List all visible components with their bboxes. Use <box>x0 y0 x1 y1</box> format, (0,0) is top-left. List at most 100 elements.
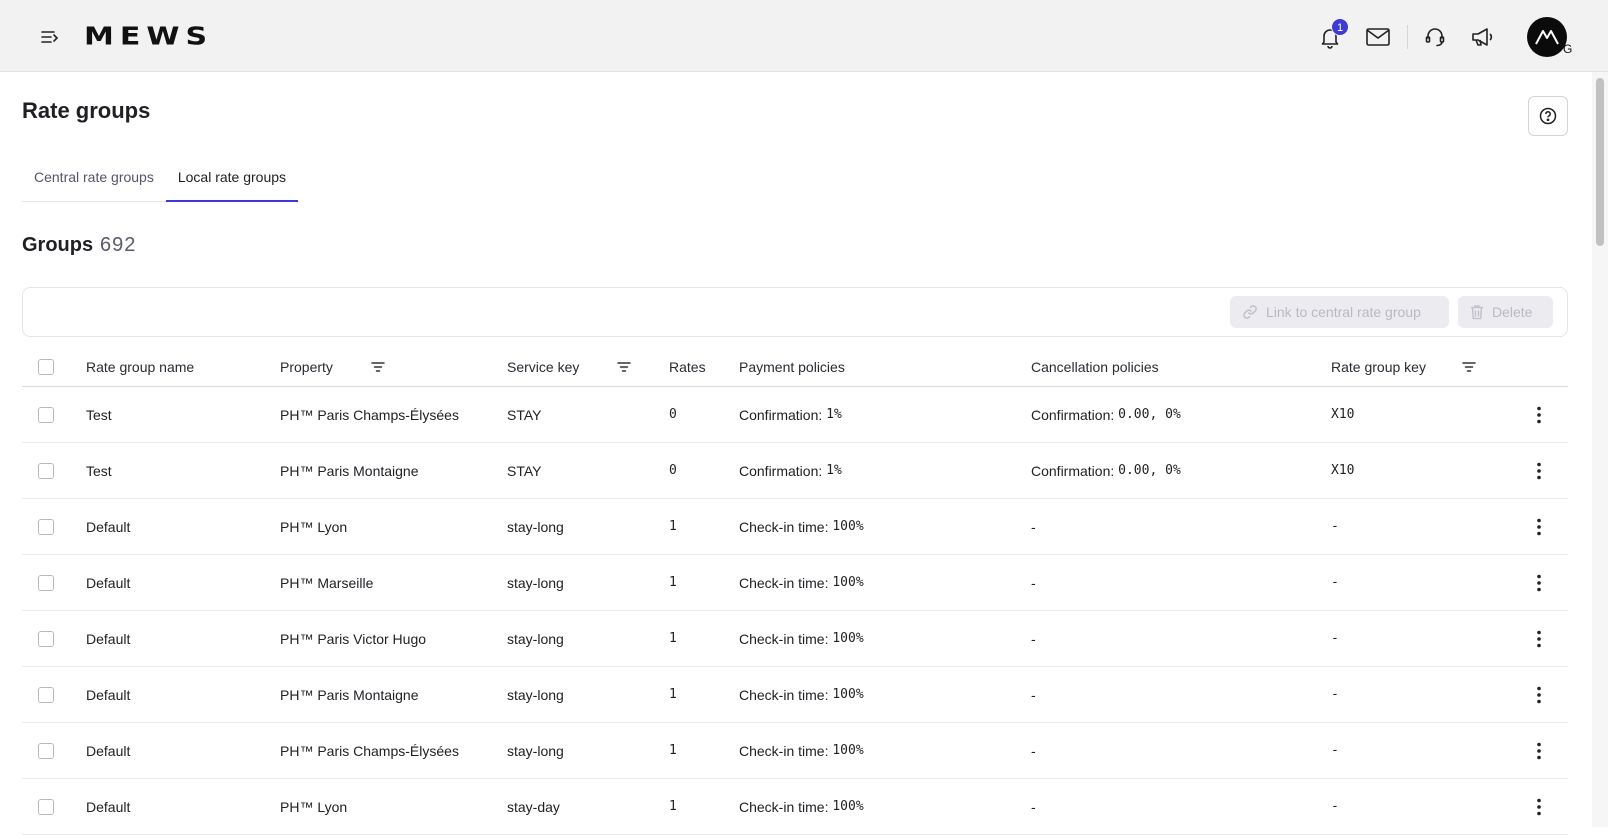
row-more-options-icon[interactable] <box>1527 627 1551 651</box>
payment-policy-label: Check-in time: <box>739 518 829 535</box>
property-cell: PH™ Lyon <box>280 798 348 815</box>
cancellation-policy-label: Confirmation: <box>1031 462 1115 479</box>
column-header-service-key[interactable]: Service key <box>507 347 579 386</box>
rate-group-name[interactable]: Default <box>86 779 130 834</box>
announcement-icon[interactable] <box>1468 22 1498 52</box>
row-checkbox[interactable] <box>38 518 54 535</box>
help-button[interactable] <box>1528 96 1568 136</box>
table-row[interactable]: Default PH™ Marseille stay-long 1 Check-in t… <box>22 555 1568 611</box>
menu-icon[interactable] <box>38 25 62 49</box>
rates-count-cell: 0 <box>669 407 677 422</box>
table-row[interactable]: Default PH™ Lyon stay-long 1 Check-in time: … <box>22 499 1568 555</box>
column-header-key[interactable]: Rate group key <box>1331 347 1426 386</box>
column-header-name[interactable]: Rate group name <box>86 347 194 386</box>
service-key-cell: stay-long <box>507 630 564 647</box>
avatar-initial: G <box>1563 42 1573 56</box>
rate-group-name[interactable]: Test <box>86 443 112 498</box>
property-cell: PH™ Paris Champs-Élysées <box>280 742 459 759</box>
row-more-options-icon[interactable] <box>1527 739 1551 763</box>
property-filter-icon[interactable] <box>369 358 387 376</box>
table-row[interactable]: Test PH™ Paris Montaigne STAY 0 Confirmation… <box>22 443 1568 499</box>
table-row[interactable]: Default PH™ Paris Champs-Élysées stay-long… <box>22 723 1568 779</box>
row-checkbox-cell <box>38 555 54 610</box>
column-header-property[interactable]: Property <box>280 347 333 386</box>
row-more-options-icon[interactable] <box>1527 571 1551 595</box>
column-header-cancellation[interactable]: Cancellation policies <box>1031 347 1159 386</box>
row-more-options-icon[interactable] <box>1527 459 1551 483</box>
rate-group-name[interactable]: Default <box>86 611 130 666</box>
cancellation-policies-cell: - <box>1031 555 1040 610</box>
user-avatar[interactable] <box>1527 17 1567 57</box>
table-row[interactable]: Test PH™ Paris Champs-Élysées STAY 0 Confirm… <box>22 387 1568 443</box>
row-more-options-icon[interactable] <box>1527 683 1551 707</box>
table-row[interactable]: Default PH™ Paris Montaigne stay-long 1 Chec… <box>22 667 1568 723</box>
payment-policy-label: Confirmation: <box>739 462 823 479</box>
payment-policies-cell: Confirmation: 1% <box>739 387 842 442</box>
payment-policies-cell: Confirmation: 1% <box>739 443 842 498</box>
row-checkbox[interactable] <box>38 574 54 591</box>
tab-local-rate-groups[interactable]: Local rate groups <box>165 158 299 202</box>
row-more-options-icon[interactable] <box>1527 515 1551 539</box>
tab-central-rate-groups[interactable]: Central rate groups <box>22 158 166 202</box>
link-icon <box>1243 305 1257 319</box>
row-more-options-icon[interactable] <box>1527 795 1551 819</box>
row-checkbox[interactable] <box>38 630 54 647</box>
rate-group-name[interactable]: Default <box>86 723 130 778</box>
service-key-filter-icon[interactable] <box>615 358 633 376</box>
mail-icon[interactable] <box>1363 22 1393 52</box>
cancellation-policy-label: - <box>1031 518 1036 535</box>
delete-button[interactable]: Delete <box>1458 296 1553 328</box>
top-divider <box>1407 25 1408 49</box>
mews-logo[interactable]: MEWS <box>84 23 213 51</box>
cancellation-policies-cell: - <box>1031 723 1040 778</box>
payment-policy-value: 100% <box>832 575 864 590</box>
row-more-options-icon[interactable] <box>1527 403 1551 427</box>
payment-policies-cell: Check-in time: 100% <box>739 667 864 722</box>
row-checkbox-cell <box>38 723 54 778</box>
service-key-cell: STAY <box>507 462 542 479</box>
top-bar: MEWS 1 G <box>0 0 1608 72</box>
notification-badge: 1 <box>1331 18 1349 36</box>
row-checkbox-cell <box>38 387 54 442</box>
page-title: Rate groups <box>22 98 151 123</box>
property-cell: PH™ Paris Victor Hugo <box>280 630 427 647</box>
row-checkbox[interactable] <box>38 742 54 759</box>
row-checkbox-cell <box>38 443 54 498</box>
cancellation-policies-cell: - <box>1031 611 1040 666</box>
rate-group-key-filter-icon[interactable] <box>1460 358 1478 376</box>
row-checkbox-cell <box>38 667 54 722</box>
rate-group-name[interactable]: Default <box>86 555 130 610</box>
row-checkbox[interactable] <box>38 798 54 815</box>
payment-policy-label: Check-in time: <box>739 686 829 703</box>
payment-policy-label: Confirmation: <box>739 406 823 423</box>
cancellation-policy-label: - <box>1031 798 1036 815</box>
link-to-central-button[interactable]: Link to central rate group <box>1230 296 1449 328</box>
column-header-payment[interactable]: Payment policies <box>739 347 845 386</box>
payment-policy-label: Check-in time: <box>739 742 829 759</box>
row-checkbox-cell <box>38 499 54 554</box>
cancellation-policies-cell: - <box>1031 779 1040 834</box>
rate-group-name[interactable]: Test <box>86 387 112 442</box>
rate-group-name[interactable]: Default <box>86 667 130 722</box>
row-checkbox[interactable] <box>38 686 54 703</box>
row-checkbox[interactable] <box>38 462 54 479</box>
payment-policy-value: 100% <box>832 687 864 702</box>
help-icon <box>1539 107 1557 125</box>
rate-group-name[interactable]: Default <box>86 499 130 554</box>
delete-button-label: Delete <box>1492 304 1533 320</box>
rate-group-key-cell: - <box>1331 575 1339 590</box>
select-all-cell <box>38 347 54 386</box>
support-icon[interactable] <box>1420 22 1450 52</box>
table-row[interactable]: Default PH™ Paris Victor Hugo stay-long 1 Ch… <box>22 611 1568 667</box>
row-checkbox[interactable] <box>38 406 54 423</box>
scroll-thumb[interactable] <box>1596 78 1604 246</box>
rates-count-cell: 1 <box>669 743 677 758</box>
rates-count-cell: 0 <box>669 463 677 478</box>
select-all-checkbox[interactable] <box>38 358 54 375</box>
payment-policy-label: Check-in time: <box>739 574 829 591</box>
service-key-cell: stay-long <box>507 686 564 703</box>
rate-groups-table: Rate group name Property Service key Rat… <box>22 347 1568 835</box>
rate-group-key-cell: - <box>1331 799 1339 814</box>
column-header-rates[interactable]: Rates <box>669 347 706 386</box>
rate-group-key-cell: - <box>1331 687 1339 702</box>
